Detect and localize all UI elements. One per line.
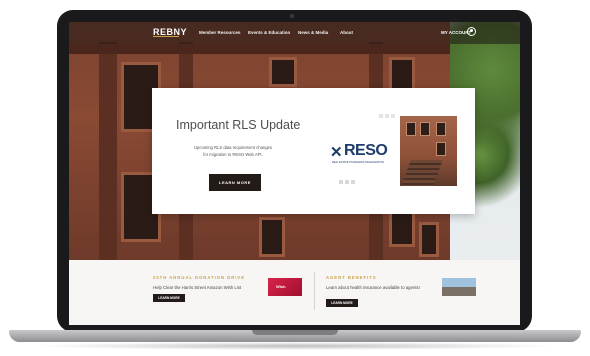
nav-item-events-education[interactable]: Events & Education <box>248 30 290 35</box>
photo-stoop <box>401 160 443 186</box>
photo-window <box>436 122 446 136</box>
browser-screen: REBNY Member Resources Events & Educatio… <box>69 22 520 325</box>
laptop-notch <box>252 330 338 335</box>
facade-column <box>99 42 117 260</box>
nav-item-about[interactable]: About <box>340 30 353 35</box>
reso-x-icon: ✕ <box>330 144 343 161</box>
facade-window <box>419 222 439 257</box>
brownstone-photo <box>400 116 457 186</box>
reso-logo: ✕ RESO REAL ESTATE STANDARDS ORGANIZATIO… <box>330 141 395 164</box>
wish-list-image-label: Wish <box>276 284 286 289</box>
camera-icon <box>290 14 294 18</box>
hero-description: Upcoming RLS data requirement changes fo… <box>194 145 272 157</box>
nav-item-member-resources[interactable]: Member Resources <box>199 30 241 35</box>
wish-list-image[interactable]: Wish <box>268 278 302 296</box>
laptop-shadow <box>30 342 560 350</box>
facade-window <box>259 217 285 257</box>
benefits-image[interactable] <box>442 278 476 296</box>
promo-heading-donation: 25TH ANNUAL DONATION DRIVE <box>153 275 245 280</box>
top-navigation: REBNY Member Resources Events & Educatio… <box>69 22 520 44</box>
facade-cornice <box>69 44 450 54</box>
promo-text-donation: Help Clear the Harris Street Amazon Wish… <box>153 285 242 290</box>
photo-window <box>436 142 446 156</box>
logo-underline <box>153 36 179 37</box>
photo-window <box>420 122 430 136</box>
donation-learn-more-button[interactable]: LEARN MORE <box>153 294 185 302</box>
benefits-learn-more-button[interactable]: LEARN MORE <box>326 299 358 307</box>
reso-wordmark: RESO <box>344 142 388 159</box>
promo-divider <box>314 272 315 310</box>
promo-heading-benefits: AGENT BENEFITS <box>326 275 377 280</box>
hero-title: Important RLS Update <box>176 118 301 132</box>
user-circle-icon[interactable] <box>467 27 476 36</box>
hero-learn-more-button[interactable]: LEARN MORE <box>209 174 261 191</box>
decorative-dots <box>339 180 355 184</box>
facade-window <box>269 57 297 87</box>
hero-card: Important RLS Update Upcoming RLS data r… <box>152 88 475 214</box>
decorative-dots <box>379 114 395 118</box>
nav-item-news-media[interactable]: News & Media <box>298 30 328 35</box>
promo-text-benefits: Learn about health insurance available t… <box>326 285 420 290</box>
reso-tagline: REAL ESTATE STANDARDS ORGANIZATION <box>332 161 384 164</box>
photo-window <box>406 122 416 136</box>
